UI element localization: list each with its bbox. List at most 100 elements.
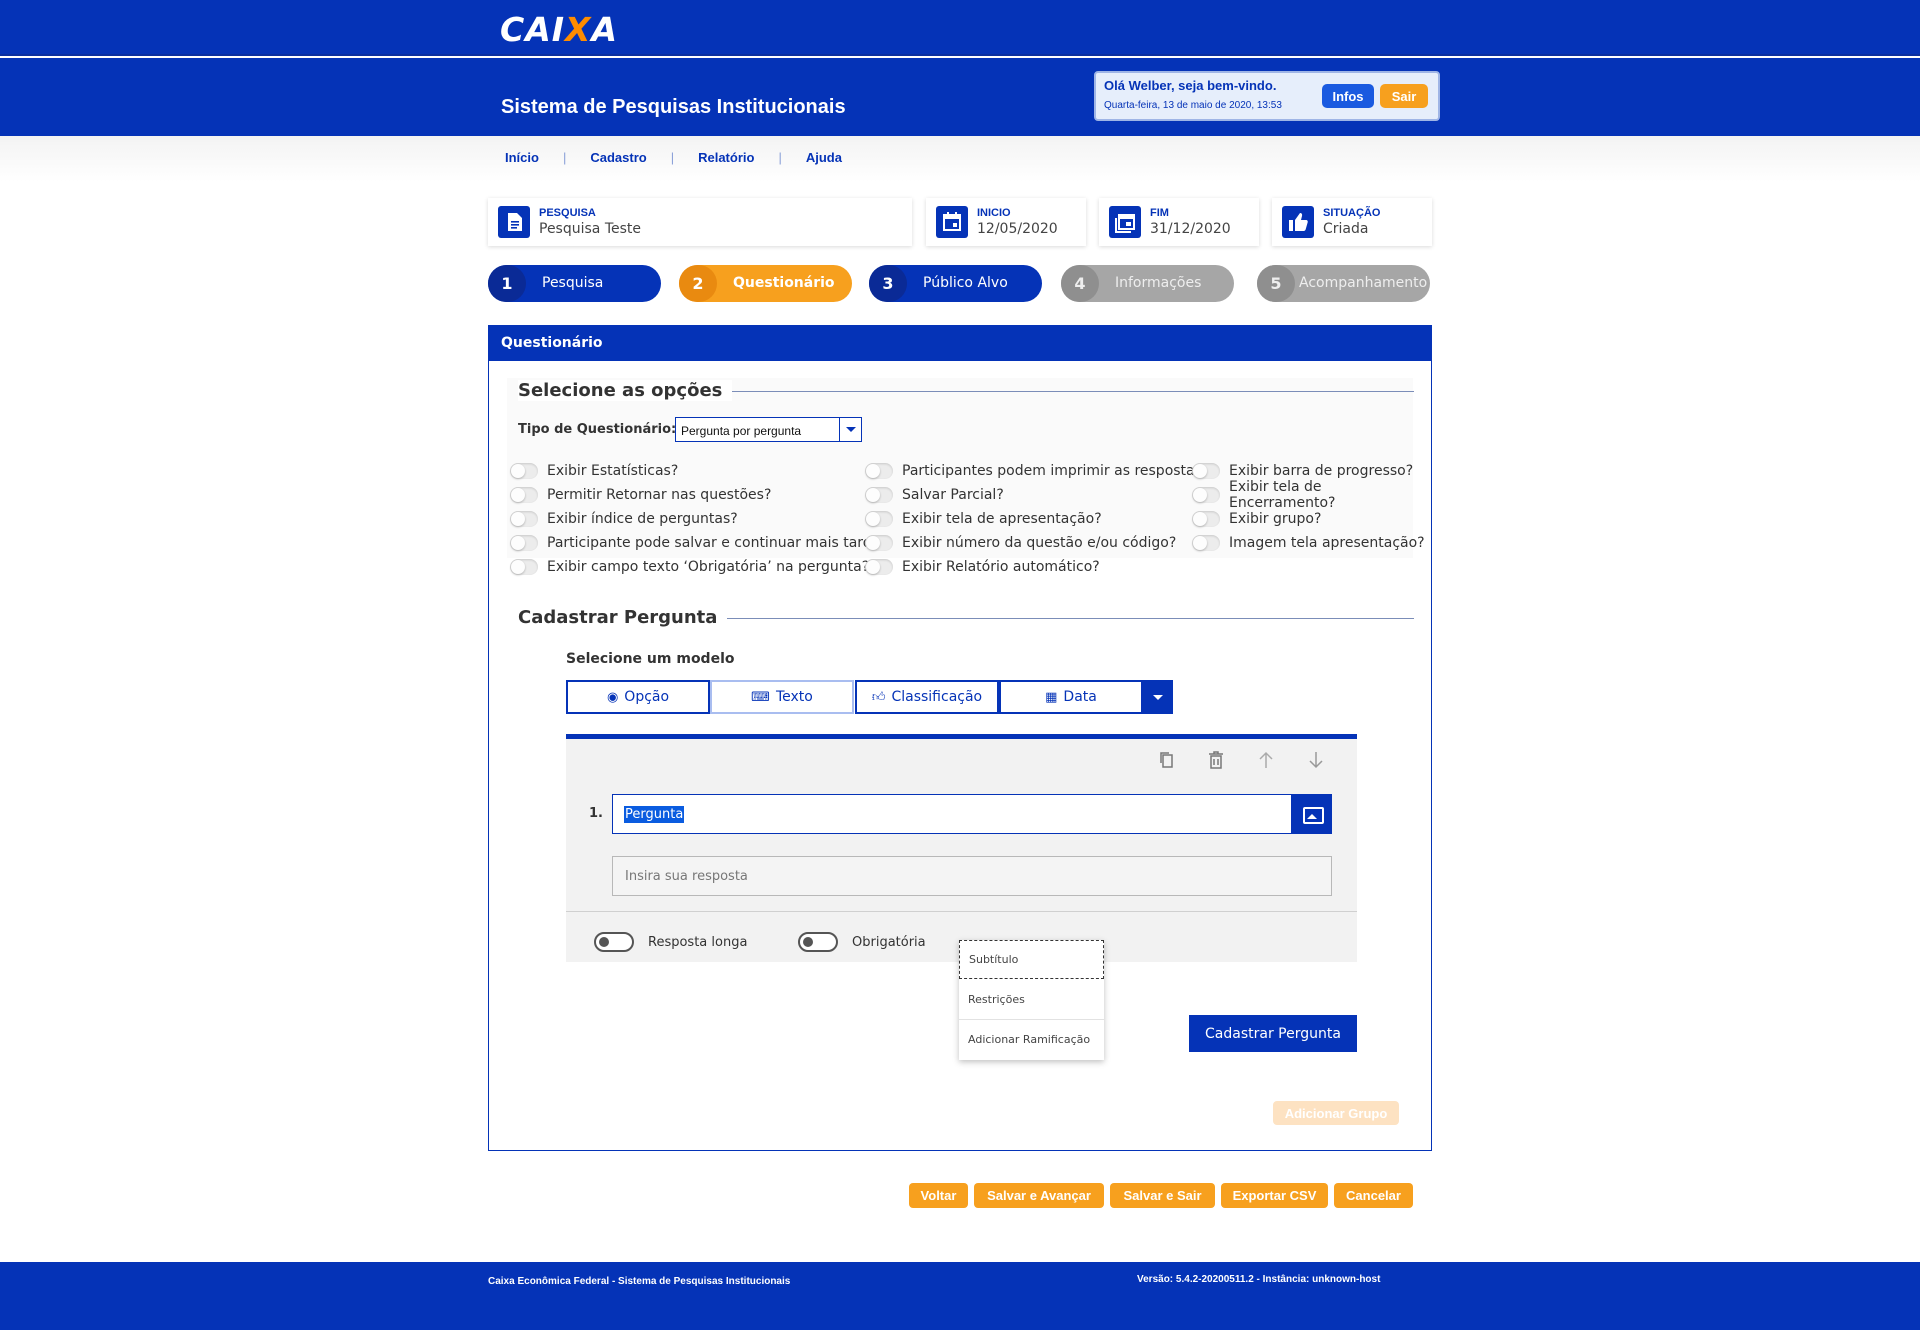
option-permitir-retornar[interactable]: Permitir Retornar nas questões? xyxy=(510,485,771,505)
step-publico-alvo[interactable]: 3 Público Alvo xyxy=(869,265,1042,302)
option-label: Exibir campo texto ‘Obrigatória’ na perg… xyxy=(547,559,870,575)
toggle-resposta-longa[interactable]: Resposta longa xyxy=(594,932,747,952)
step-label: Questionário xyxy=(733,275,835,291)
step-number: 1 xyxy=(488,265,526,302)
card-label: SITUAÇÃO xyxy=(1323,207,1381,219)
nav-item-relatorio[interactable]: Relatório xyxy=(698,150,754,165)
toggle-switch[interactable] xyxy=(798,932,838,952)
step-questionario[interactable]: 2 Questionário xyxy=(679,265,852,302)
nav-separator: | xyxy=(670,150,675,165)
toggle-switch[interactable] xyxy=(865,487,893,503)
arrow-up-icon[interactable] xyxy=(1258,751,1274,774)
document-icon xyxy=(498,206,530,238)
option-label: Exibir tela de Encerramento? xyxy=(1229,479,1336,511)
toggle-switch[interactable] xyxy=(865,559,893,575)
calendar-icon: ▦ xyxy=(1045,689,1058,705)
salvar-avancar-button[interactable]: Salvar e Avançar xyxy=(974,1183,1104,1208)
step-acompanhamento: 5 Acompanhamento xyxy=(1257,265,1430,302)
toggle-switch[interactable] xyxy=(594,932,634,952)
nav-item-inicio[interactable]: Início xyxy=(505,150,539,165)
option-label: Exibir índice de perguntas? xyxy=(547,511,738,527)
tipo-questionario-value: Pergunta por pergunta xyxy=(681,424,802,438)
footer: Caixa Econômica Federal - Sistema de Pes… xyxy=(0,1262,1920,1330)
model-classificacao-button[interactable]: 👍︎ Classificação xyxy=(855,680,999,714)
option-barra-progresso[interactable]: Exibir barra de progresso? xyxy=(1192,461,1413,481)
more-models-dropdown[interactable] xyxy=(1143,680,1173,714)
questionnaire-panel: Questionário Selecione as opções Tipo de… xyxy=(488,325,1432,1151)
option-exibir-grupo[interactable]: Exibir grupo? xyxy=(1192,509,1321,529)
step-label: Público Alvo xyxy=(923,275,1008,291)
cancelar-button[interactable]: Cancelar xyxy=(1334,1183,1413,1208)
option-label: Exibir barra de progresso? xyxy=(1229,463,1414,479)
toggle-switch[interactable] xyxy=(510,559,538,575)
section-title-cadastrar: Cadastrar Pergunta xyxy=(518,607,728,628)
menu-item-restricoes[interactable]: Restrições xyxy=(959,980,1104,1020)
step-number: 5 xyxy=(1257,265,1295,302)
toggle-switch[interactable] xyxy=(865,535,893,551)
card-value: Criada xyxy=(1323,221,1369,237)
chevron-down-icon[interactable] xyxy=(839,418,861,441)
option-exibir-indice[interactable]: Exibir índice de perguntas? xyxy=(510,509,738,529)
thumbs-up-icon xyxy=(1282,206,1314,238)
option-label: Exibir número da questão e/ou código? xyxy=(902,535,1177,551)
option-label: Participantes podem imprimir as resposta… xyxy=(902,463,1210,479)
model-label: Texto xyxy=(775,689,813,705)
copy-icon[interactable] xyxy=(1159,751,1175,774)
option-tela-apresentacao[interactable]: Exibir tela de apresentação? xyxy=(865,509,1102,529)
step-number: 3 xyxy=(869,265,907,302)
toggle-obrigatoria[interactable]: Obrigatória xyxy=(798,932,926,952)
exportar-csv-button[interactable]: Exportar CSV xyxy=(1221,1183,1328,1208)
header-main-bar xyxy=(0,58,1920,136)
toggle-switch[interactable] xyxy=(1192,463,1220,479)
adicionar-grupo-button[interactable]: Adicionar Grupo xyxy=(1273,1101,1399,1125)
question-options-menu: Subtítulo Restrições Adicionar Ramificaç… xyxy=(959,940,1104,1060)
salvar-sair-button[interactable]: Salvar e Sair xyxy=(1110,1183,1215,1208)
image-icon[interactable] xyxy=(1292,794,1332,834)
answer-input[interactable]: Insira sua resposta xyxy=(612,856,1332,896)
voltar-button[interactable]: Voltar xyxy=(909,1183,968,1208)
option-label: Exibir Estatísticas? xyxy=(547,463,679,479)
nav-separator: | xyxy=(778,150,782,165)
main-nav: Início | Cadastro | Relatório | Ajuda xyxy=(0,136,1920,182)
toggle-switch[interactable] xyxy=(510,487,538,503)
option-campo-obrigatoria[interactable]: Exibir campo texto ‘Obrigatória’ na perg… xyxy=(510,557,869,577)
tipo-questionario-label: Tipo de Questionário: xyxy=(518,422,677,437)
question-text-input[interactable]: Pergunta xyxy=(612,794,1292,834)
toggle-switch[interactable] xyxy=(865,511,893,527)
trash-icon[interactable] xyxy=(1208,751,1224,774)
toggle-switch[interactable] xyxy=(1192,511,1220,527)
option-exibir-estatisticas[interactable]: Exibir Estatísticas? xyxy=(510,461,678,481)
toggle-switch[interactable] xyxy=(1192,487,1220,503)
menu-item-ramificacao[interactable]: Adicionar Ramificação xyxy=(959,1020,1104,1060)
option-imprimir-respostas[interactable]: Participantes podem imprimir as resposta… xyxy=(865,461,1209,481)
option-label: Participante pode salvar e continuar mai… xyxy=(547,535,888,551)
model-data-button[interactable]: ▦ Data xyxy=(999,680,1143,714)
infos-button[interactable]: Infos xyxy=(1322,84,1374,108)
toggle-switch[interactable] xyxy=(1192,535,1220,551)
tipo-questionario-select[interactable]: Pergunta por pergunta xyxy=(675,417,862,442)
logout-button[interactable]: Sair xyxy=(1380,84,1428,108)
toggle-switch[interactable] xyxy=(510,463,538,479)
model-texto-button[interactable]: ⌨ Texto xyxy=(710,680,854,714)
option-imagem-apresentacao[interactable]: Imagem tela apresentação? xyxy=(1192,533,1425,553)
cadastrar-pergunta-button[interactable]: Cadastrar Pergunta xyxy=(1189,1015,1357,1052)
toggle-switch[interactable] xyxy=(510,535,538,551)
option-label: Salvar Parcial? xyxy=(902,487,1004,503)
option-salvar-continuar[interactable]: Participante pode salvar e continuar mai… xyxy=(510,533,888,553)
option-label: Imagem tela apresentação? xyxy=(1229,535,1425,551)
nav-item-cadastro[interactable]: Cadastro xyxy=(590,150,646,165)
step-pesquisa[interactable]: 1 Pesquisa xyxy=(488,265,661,302)
nav-item-ajuda[interactable]: Ajuda xyxy=(806,150,842,165)
question-number: 1. xyxy=(589,806,603,821)
arrow-down-icon[interactable] xyxy=(1308,751,1324,774)
toggle-switch[interactable] xyxy=(510,511,538,527)
option-relatorio-automatico[interactable]: Exibir Relatório automático? xyxy=(865,557,1100,577)
option-tela-encerramento[interactable]: Exibir tela de Encerramento? xyxy=(1192,479,1431,511)
option-numero-questao[interactable]: Exibir número da questão e/ou código? xyxy=(865,533,1176,553)
model-label: Data xyxy=(1063,689,1097,705)
caixa-logo[interactable]: CAIXA xyxy=(500,10,618,49)
toggle-switch[interactable] xyxy=(865,463,893,479)
menu-item-subtitulo[interactable]: Subtítulo xyxy=(959,940,1104,979)
model-opcao-button[interactable]: ◉ Opção xyxy=(566,680,710,714)
option-salvar-parcial[interactable]: Salvar Parcial? xyxy=(865,485,1004,505)
